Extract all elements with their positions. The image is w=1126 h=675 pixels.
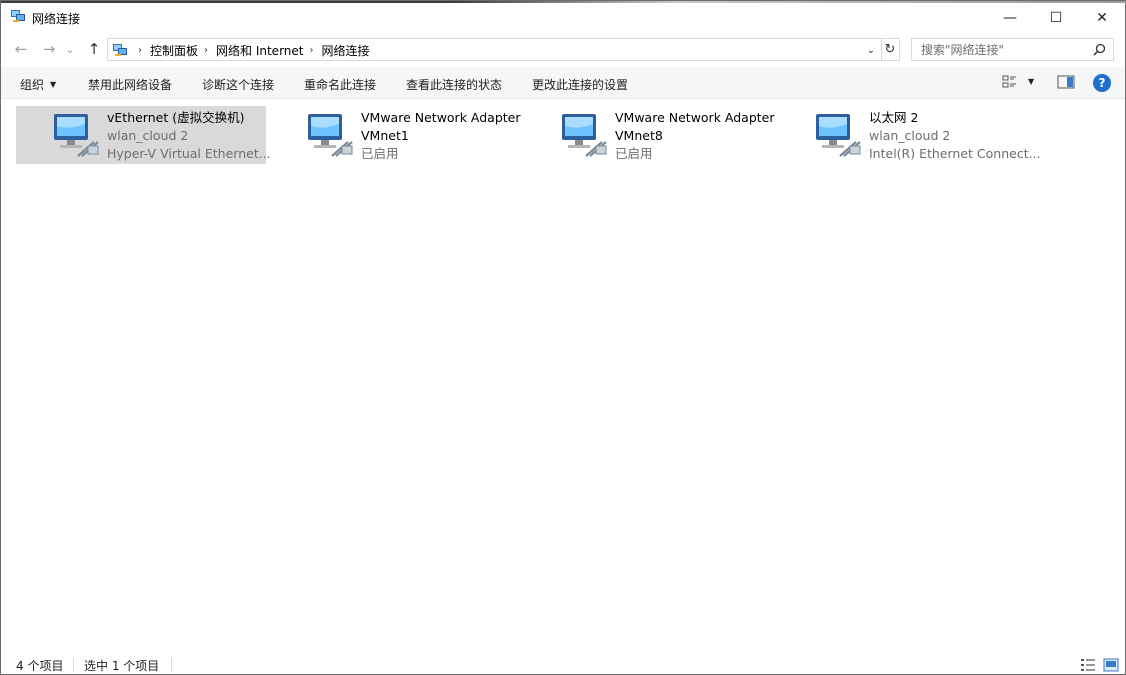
status-divider bbox=[73, 658, 74, 672]
connection-name: 以太网 2 bbox=[869, 110, 919, 125]
explorer-window: 网络连接 — ☐ ✕ ← → ⌄ ↑ › 控制面板 › 网络和 Internet… bbox=[0, 0, 1126, 675]
address-dropdown-button[interactable]: ⌄ bbox=[864, 43, 878, 57]
address-row: ← → ⌄ ↑ › 控制面板 › 网络和 Internet › 网络连接 ⌄ ↻ bbox=[1, 35, 1125, 63]
connections-list: vEthernet (虚拟交换机) wlan_cloud 2 Hyper-V V… bbox=[1, 99, 1125, 651]
network-adapter-icon bbox=[816, 114, 861, 157]
network-connections-icon bbox=[11, 10, 25, 22]
organize-label: 组织 bbox=[20, 78, 45, 92]
preview-pane-icon[interactable] bbox=[1057, 74, 1075, 90]
status-bar: 4 个项目 选中 1 个项目 bbox=[1, 653, 1125, 675]
connection-device: Hyper-V Virtual Ethernet... bbox=[107, 146, 271, 161]
details-view-icon[interactable] bbox=[1080, 658, 1096, 672]
breadcrumb: › 控制面板 › 网络和 Internet › 网络连接 bbox=[132, 42, 370, 59]
search-icon[interactable] bbox=[1093, 43, 1106, 56]
maximize-button[interactable]: ☐ bbox=[1033, 3, 1079, 33]
connection-text: vEthernet (虚拟交换机) wlan_cloud 2 Hyper-V V… bbox=[107, 109, 271, 163]
caret-down-icon: ▼ bbox=[50, 80, 57, 89]
connection-status: wlan_cloud 2 bbox=[107, 128, 189, 143]
connection-item-vmnet8[interactable]: VMware Network Adapter VMnet8 已启用 bbox=[524, 106, 775, 164]
connection-name: vEthernet (虚拟交换机) bbox=[107, 110, 245, 125]
back-button[interactable]: ← bbox=[11, 39, 31, 59]
connection-text: VMware Network Adapter VMnet8 已启用 bbox=[615, 109, 775, 163]
minimize-button[interactable]: — bbox=[987, 3, 1033, 33]
chevron-right-icon[interactable]: › bbox=[138, 45, 142, 56]
connection-device: 已启用 bbox=[361, 146, 399, 161]
refresh-button[interactable]: ↻ bbox=[881, 38, 900, 61]
connection-status: VMnet1 bbox=[361, 128, 409, 143]
up-button[interactable]: ↑ bbox=[84, 39, 104, 59]
search-input[interactable] bbox=[921, 42, 1091, 58]
view-status-button[interactable]: 查看此连接的状态 bbox=[406, 76, 502, 93]
recent-locations-button[interactable]: ⌄ bbox=[63, 39, 77, 59]
title-bar[interactable]: 网络连接 — ☐ ✕ bbox=[1, 3, 1125, 33]
diagnose-button[interactable]: 诊断这个连接 bbox=[202, 76, 274, 93]
item-count: 4 个项目 bbox=[16, 659, 64, 673]
status-divider bbox=[171, 658, 172, 672]
connection-status: wlan_cloud 2 bbox=[869, 128, 951, 143]
connection-text: VMware Network Adapter VMnet1 已启用 bbox=[361, 109, 521, 163]
large-icons-view-icon[interactable] bbox=[1103, 658, 1119, 672]
change-settings-button[interactable]: 更改此连接的设置 bbox=[532, 76, 628, 93]
breadcrumb-control-panel[interactable]: 控制面板 bbox=[150, 42, 198, 59]
command-bar: 组织 ▼ 禁用此网络设备 诊断这个连接 重命名此连接 查看此连接的状态 更改此连接… bbox=[1, 67, 1125, 99]
connection-status: VMnet8 bbox=[615, 128, 663, 143]
connection-item-vethernet[interactable]: vEthernet (虚拟交换机) wlan_cloud 2 Hyper-V V… bbox=[16, 106, 271, 164]
connection-name: VMware Network Adapter bbox=[615, 110, 775, 125]
search-box[interactable] bbox=[911, 38, 1114, 61]
connection-device: Intel(R) Ethernet Connect... bbox=[869, 146, 1041, 161]
connection-text: 以太网 2 wlan_cloud 2 Intel(R) Ethernet Con… bbox=[869, 109, 1041, 163]
forward-button[interactable]: → bbox=[39, 39, 59, 59]
window-title: 网络连接 bbox=[32, 12, 81, 26]
control-panel-icon bbox=[113, 44, 127, 56]
chevron-right-icon[interactable]: › bbox=[204, 45, 208, 56]
close-button[interactable]: ✕ bbox=[1079, 3, 1125, 33]
organize-menu[interactable]: 组织 ▼ bbox=[20, 76, 56, 93]
chevron-right-icon[interactable]: › bbox=[309, 45, 313, 56]
address-bar[interactable]: › 控制面板 › 网络和 Internet › 网络连接 ⌄ bbox=[107, 38, 882, 61]
rename-button[interactable]: 重命名此连接 bbox=[304, 76, 376, 93]
change-view-icon[interactable] bbox=[1002, 74, 1020, 90]
selected-count: 选中 1 个项目 bbox=[84, 659, 160, 673]
breadcrumb-network-connections[interactable]: 网络连接 bbox=[321, 42, 369, 59]
disable-device-button[interactable]: 禁用此网络设备 bbox=[88, 76, 172, 93]
breadcrumb-network-internet[interactable]: 网络和 Internet bbox=[216, 42, 303, 59]
network-adapter-icon bbox=[54, 114, 99, 157]
network-adapter-icon bbox=[308, 114, 353, 157]
connection-device: 已启用 bbox=[615, 146, 653, 161]
connection-item-ethernet2[interactable]: 以太网 2 wlan_cloud 2 Intel(R) Ethernet Con… bbox=[778, 106, 1041, 164]
connection-item-vmnet1[interactable]: VMware Network Adapter VMnet1 已启用 bbox=[270, 106, 521, 164]
connection-name: VMware Network Adapter bbox=[361, 110, 521, 125]
view-options-dropdown[interactable]: ▼ bbox=[1028, 77, 1034, 86]
help-button[interactable]: ? bbox=[1093, 74, 1111, 92]
network-adapter-icon bbox=[562, 114, 607, 157]
